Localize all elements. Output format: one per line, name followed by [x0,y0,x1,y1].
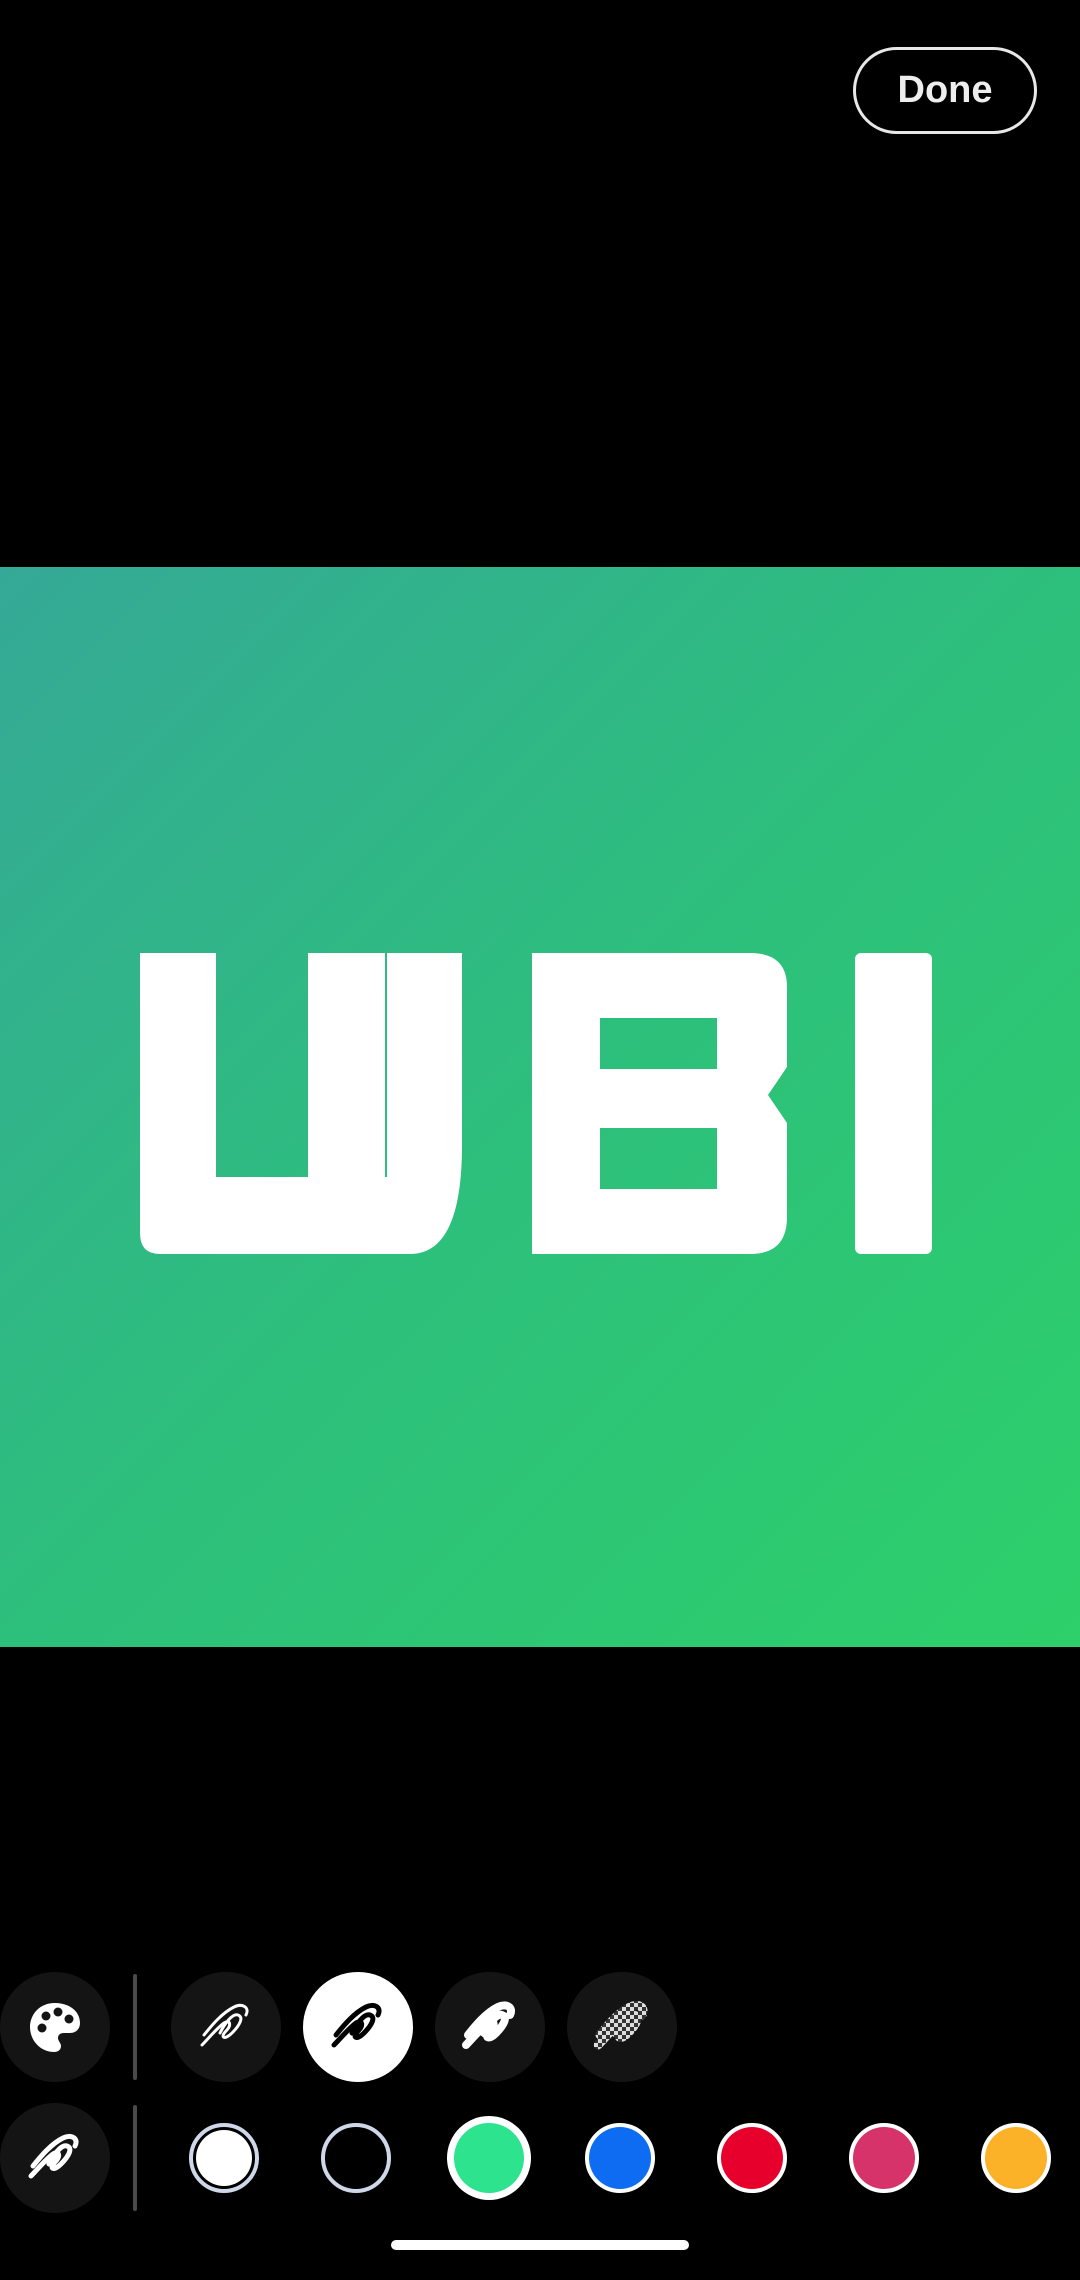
brush-thick-button[interactable] [435,1972,545,2082]
done-label: Done [897,69,993,111]
brush-medium-button[interactable] [303,1972,413,2082]
color-swatch-orange[interactable] [981,2123,1051,2193]
color-swatch-blue[interactable] [585,2123,655,2193]
color-swatch-black[interactable] [321,2123,391,2193]
image-canvas[interactable] [0,567,1080,1647]
swatch-fill [985,2127,1047,2189]
swatch-fill [721,2127,783,2189]
color-swatch-white[interactable] [189,2123,259,2193]
palette-button[interactable] [0,1972,110,2082]
squiggle-style-icon [28,2133,79,2179]
color-swatch-pink[interactable] [849,2123,919,2193]
home-indicator[interactable] [391,2240,689,2250]
wbi-logo [140,953,932,1254]
swatch-fill [853,2127,915,2189]
swatch-fill [589,2127,651,2189]
color-swatch-red[interactable] [717,2123,787,2193]
toolbar-divider [133,1974,137,2080]
brush-thin-button[interactable] [171,1972,281,2082]
swatch-fill [196,2130,252,2186]
color-swatch-green[interactable] [447,2116,531,2200]
squiggle-medium-icon [331,2002,382,2048]
brush-style-button[interactable] [0,2103,110,2213]
squiggle-thick-icon [462,2001,515,2049]
palette-icon [30,2003,80,2052]
color-toolbar [0,2103,1080,2213]
brush-toolbar [0,1972,1080,2082]
done-button[interactable]: Done [853,47,1037,134]
squiggle-thin-icon [200,2003,249,2047]
swatch-fill [454,2123,524,2193]
brush-mosaic-button[interactable] [567,1972,677,2082]
mosaic-brush-icon [593,2000,648,2050]
swatch-fill [328,2130,384,2186]
toolbar-divider [133,2105,137,2211]
